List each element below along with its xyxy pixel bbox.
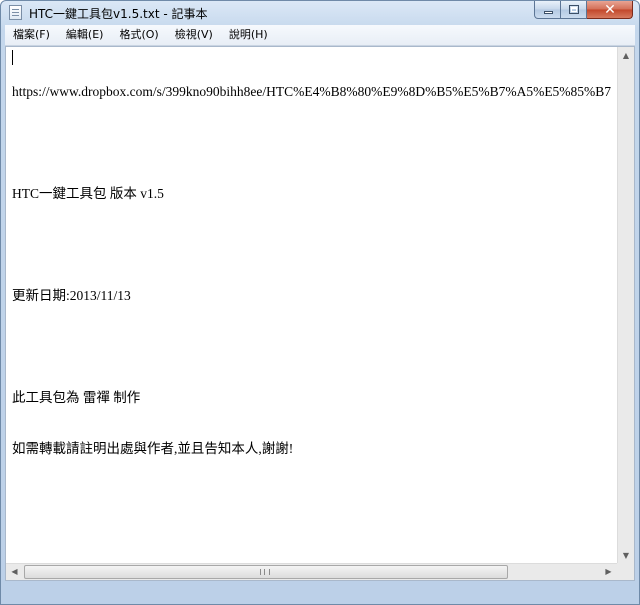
notepad-window: HTC一鍵工具包v1.5.txt - 記事本 ✕ 檔案(F) 編輯(E) 格式(…: [0, 0, 640, 605]
menu-view[interactable]: 檢視(V): [167, 25, 221, 45]
scroll-left-icon[interactable]: ◀: [6, 564, 23, 580]
scroll-down-icon[interactable]: ▼: [618, 547, 634, 564]
scroll-up-icon[interactable]: ▲: [618, 47, 634, 64]
menu-help[interactable]: 說明(H): [221, 25, 276, 45]
text-line: [12, 134, 616, 151]
window-title: HTC一鍵工具包v1.5.txt - 記事本: [29, 7, 208, 21]
window-bottom-frame: [1, 581, 639, 604]
grip-icon: [260, 569, 270, 575]
caption-buttons: ✕: [534, 1, 633, 20]
maximize-icon: [569, 5, 579, 14]
notepad-icon[interactable]: [9, 5, 22, 20]
text-line: https://www.dropbox.com/s/399kno90bihh8e…: [12, 84, 612, 99]
text-editor[interactable]: https://www.dropbox.com/s/399kno90bihh8e…: [5, 46, 635, 581]
minimize-button[interactable]: [534, 1, 561, 19]
text-line: 更新日期:2013/11/13: [12, 288, 131, 303]
menu-format[interactable]: 格式(O): [111, 25, 166, 45]
vertical-scrollbar[interactable]: ▲ ▼: [617, 47, 634, 564]
close-button[interactable]: ✕: [587, 1, 633, 19]
horizontal-scroll-thumb[interactable]: [24, 565, 508, 579]
text-line: 此工具包為 雷禪 制作: [12, 390, 141, 405]
minimize-icon: [544, 11, 553, 14]
close-icon: ✕: [604, 2, 616, 18]
document-text[interactable]: https://www.dropbox.com/s/399kno90bihh8e…: [12, 49, 616, 569]
maximize-button[interactable]: [561, 1, 587, 19]
text-line: [12, 338, 616, 355]
text-line: 如需轉載請註明出處與作者,並且告知本人,謝謝!: [12, 441, 294, 456]
menu-bar: 檔案(F) 編輯(E) 格式(O) 檢視(V) 說明(H): [5, 25, 635, 46]
text-line: HTC一鍵工具包 版本 v1.5: [12, 186, 164, 201]
scrollbar-corner: [617, 563, 634, 580]
horizontal-scrollbar[interactable]: ◀ ▶: [6, 563, 617, 580]
menu-edit[interactable]: 編輯(E): [58, 25, 112, 45]
text-caret: [12, 50, 13, 65]
title-bar[interactable]: HTC一鍵工具包v1.5.txt - 記事本 ✕: [1, 1, 639, 25]
menu-file[interactable]: 檔案(F): [5, 25, 58, 45]
scroll-right-icon[interactable]: ▶: [600, 564, 617, 580]
text-line: [12, 236, 616, 253]
